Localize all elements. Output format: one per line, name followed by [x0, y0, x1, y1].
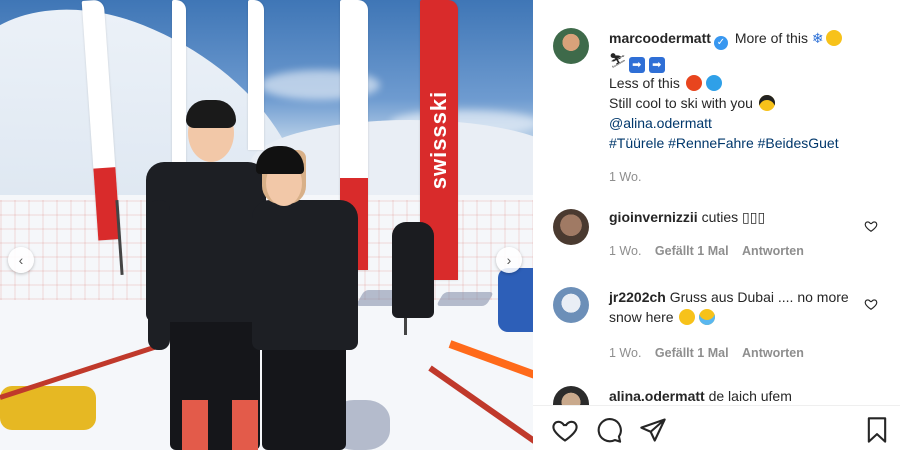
- commenter-avatar[interactable]: [553, 386, 589, 406]
- post-time[interactable]: 1 Wo.: [609, 170, 641, 184]
- blue-circle-emoji-icon: [705, 75, 722, 91]
- comment-icon[interactable]: [595, 416, 623, 444]
- smile-emoji-icon: [679, 309, 696, 325]
- pants: [262, 335, 346, 450]
- caption-line-1: More of this: [734, 30, 808, 46]
- comment-text: de laich ufem: [708, 388, 792, 404]
- snowflake-emoji-icon: ❄: [811, 30, 824, 46]
- red-leg-panel: [182, 400, 208, 450]
- race-flag: [172, 0, 186, 175]
- comment-item: gioinvernizzii cuties ▯▯▯ 1 Wo. Gefällt …: [553, 207, 880, 261]
- comment-time[interactable]: 1 Wo.: [609, 346, 641, 360]
- comment-item: alina.odermatt de laich ufem: [553, 386, 880, 406]
- race-flag: [248, 0, 264, 150]
- sunglasses-emoji-icon: [758, 95, 775, 111]
- reply-button[interactable]: Antworten: [742, 346, 804, 360]
- heart-icon[interactable]: [551, 416, 579, 444]
- chevron-right-icon: ›: [506, 252, 512, 268]
- reply-button[interactable]: Antworten: [742, 244, 804, 258]
- comment-text: cuties: [701, 209, 739, 225]
- sun-emoji-icon: [825, 30, 842, 46]
- post-action-bar: [533, 405, 900, 450]
- heart-icon[interactable]: [864, 297, 878, 311]
- shadow: [435, 292, 495, 306]
- caption-line-4: Still cool to ski with you: [609, 95, 753, 111]
- instagram-post-view: swissski ‹ › marcoodermatt ✓ More of thi…: [0, 0, 900, 450]
- commenter-avatar[interactable]: [553, 209, 589, 245]
- red-leg-panel: [232, 400, 258, 450]
- share-icon[interactable]: [639, 416, 667, 444]
- comment-item: jr2202ch Gruss aus Dubai .... no more sn…: [553, 287, 880, 363]
- ski-goggles: [186, 100, 236, 128]
- next-photo-button[interactable]: ›: [496, 247, 522, 273]
- arrow-right-emoji-icon: ➡: [628, 57, 645, 73]
- comment-time[interactable]: 1 Wo.: [609, 244, 641, 258]
- banner-text: swissski: [426, 90, 451, 190]
- arm: [148, 200, 170, 350]
- post-caption: marcoodermatt ✓ More of this ❄ ⛷ ➡ ➡ Less o…: [553, 28, 880, 187]
- comment-username[interactable]: alina.odermatt: [609, 388, 705, 404]
- comments-panel: marcoodermatt ✓ More of this ❄ ⛷ ➡ ➡ Less o…: [533, 0, 900, 450]
- crying-emoji-icon: [699, 309, 716, 325]
- caption-line-3: Less of this: [609, 75, 680, 91]
- comment-username[interactable]: jr2202ch: [609, 289, 666, 305]
- verified-badge-icon: ✓: [713, 36, 728, 50]
- black-jacket: [252, 200, 358, 350]
- comment-likes[interactable]: Gefällt 1 Mal: [655, 244, 729, 258]
- comment-username[interactable]: gioinvernizzii: [609, 209, 698, 225]
- comment-likes[interactable]: Gefällt 1 Mal: [655, 346, 729, 360]
- author-avatar[interactable]: [553, 28, 589, 64]
- heart-icon[interactable]: [864, 219, 878, 233]
- comment-emoji: ▯▯▯: [742, 209, 766, 225]
- mention-link[interactable]: @alina.odermatt: [609, 115, 712, 131]
- bookmark-icon[interactable]: [863, 416, 891, 444]
- commenter-avatar[interactable]: [553, 287, 589, 323]
- arrow-right-emoji-icon: ➡: [648, 57, 665, 73]
- red-circle-emoji-icon: [685, 75, 702, 91]
- chevron-left-icon: ‹: [18, 252, 24, 268]
- blue-bag: [498, 268, 533, 332]
- post-photo[interactable]: swissski ‹ ›: [0, 0, 533, 450]
- skier-emoji-icon: ⛷: [609, 52, 627, 68]
- previous-photo-button[interactable]: ‹: [8, 247, 34, 273]
- author-username[interactable]: marcoodermatt: [609, 30, 711, 46]
- hashtags-link[interactable]: #Tüürele #RenneFahre #BeidesGuet: [609, 135, 839, 151]
- hanging-jacket: [392, 222, 434, 318]
